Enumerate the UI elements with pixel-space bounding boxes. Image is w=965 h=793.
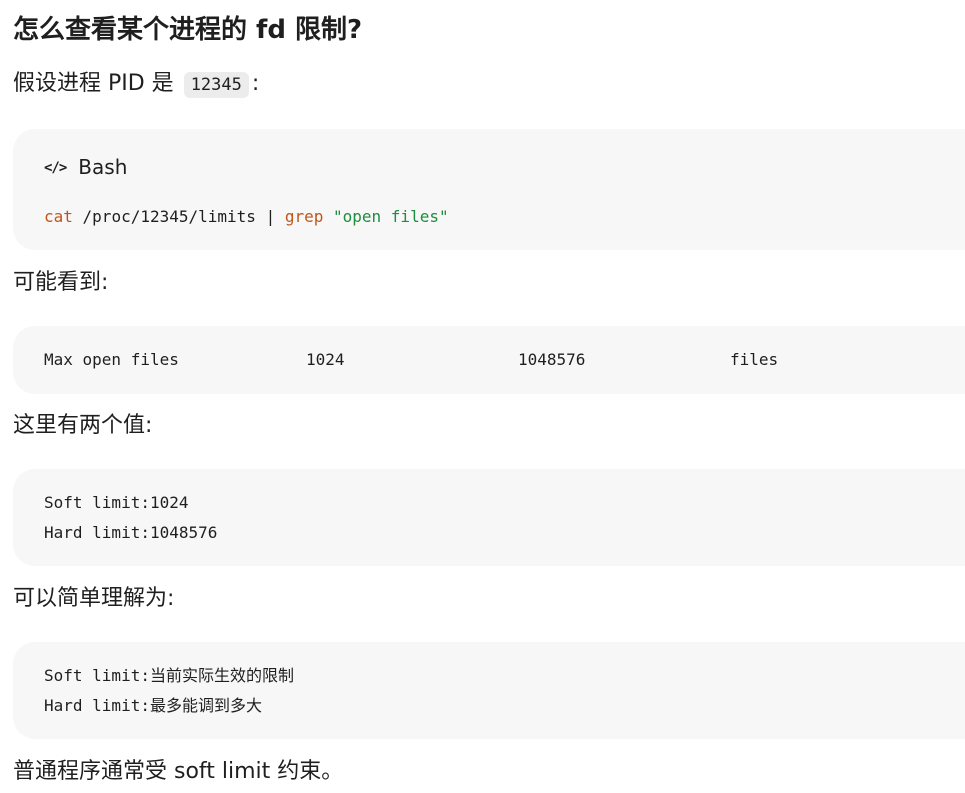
- grep-pattern-string: "open files": [333, 207, 449, 226]
- hard-meaning-line[interactable]: Hard limit:最多能调到多大: [44, 691, 262, 721]
- values-block: Soft limit:1024 Hard limit:1048576: [13, 469, 965, 566]
- final-paragraph: 普通程序通常受 soft limit 约束。: [13, 759, 344, 784]
- hard-limit-line[interactable]: Hard limit:1048576: [44, 518, 217, 548]
- code-language-label: Bash: [78, 155, 128, 179]
- hard-meaning-key: Hard limit:: [44, 696, 150, 715]
- soft-meaning-key: Soft limit:: [44, 666, 150, 685]
- bash-code-block: </> Bash cat /proc/12345/limits | grep "o…: [13, 129, 965, 250]
- understand-paragraph: 可以简单理解为:: [13, 586, 175, 611]
- limit-units: files: [730, 350, 779, 369]
- code-icon: </>: [44, 160, 67, 176]
- code-block-header: </> Bash: [44, 153, 127, 182]
- intro-text: 假设进程 PID 是: [13, 71, 174, 96]
- two-values-paragraph: 这里有两个值:: [13, 413, 153, 438]
- cmd-args: /proc/12345/limits |: [72, 207, 285, 226]
- bash-command-line[interactable]: cat /proc/12345/limits | grep "open file…: [44, 202, 449, 232]
- intro-colon: :: [251, 71, 260, 96]
- soft-limit-line[interactable]: Soft limit:1024: [44, 488, 189, 518]
- hard-limit-value: 1048576: [518, 350, 586, 369]
- meaning-block: Soft limit:当前实际生效的限制 Hard limit:最多能调到多大: [13, 642, 965, 739]
- hard-meaning-desc: 最多能调到多大: [149, 696, 262, 715]
- section-heading: 怎么查看某个进程的 fd 限制?: [13, 15, 363, 45]
- soft-limit-value: 1024: [306, 350, 345, 369]
- limit-name: Max open files: [44, 350, 179, 369]
- cmd-keyword: cat: [44, 207, 73, 226]
- soft-meaning-desc: 当前实际生效的限制: [149, 666, 294, 685]
- limits-output-block: Max open files 1024 1048576 files: [13, 326, 965, 394]
- soft-meaning-line[interactable]: Soft limit:当前实际生效的限制: [44, 661, 294, 691]
- see-paragraph: 可能看到:: [13, 270, 109, 295]
- grep-keyword: grep: [284, 207, 324, 226]
- intro-paragraph: 假设进程 PID 是 12345:: [13, 68, 259, 101]
- limits-row[interactable]: Max open files 1024 1048576 files: [44, 345, 944, 375]
- pid-inline-code: 12345: [183, 72, 249, 98]
